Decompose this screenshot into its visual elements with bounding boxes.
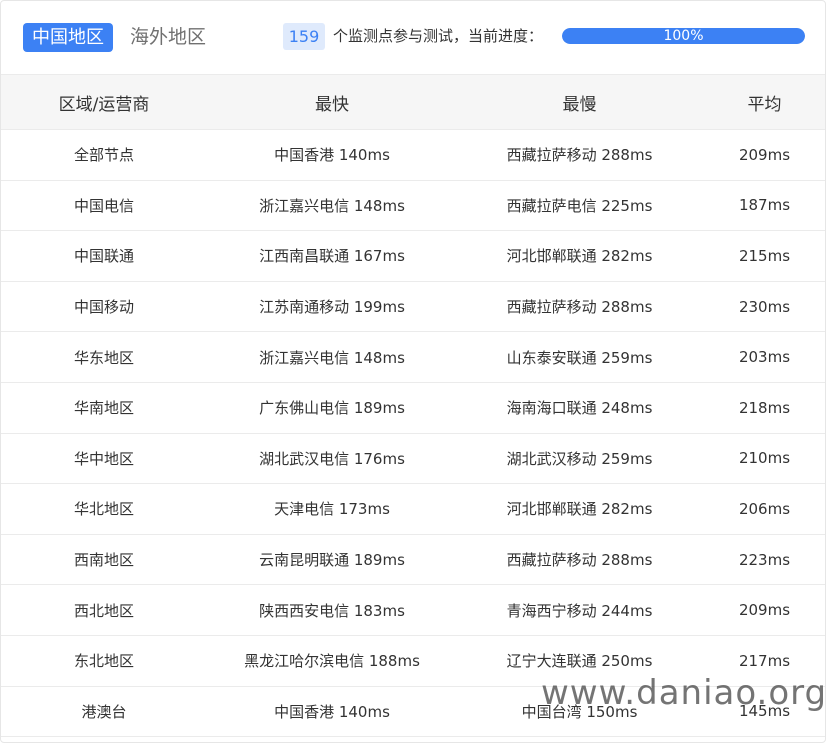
toolbar: 中国地区 海外地区 159 个监测点参与测试，当前进度： 100% bbox=[1, 1, 825, 74]
node-count-badge: 159 bbox=[283, 23, 325, 50]
cell-average: 230ms bbox=[702, 281, 825, 333]
cell-average: 223ms bbox=[702, 534, 825, 586]
speedtest-panel: 中国地区 海外地区 159 个监测点参与测试，当前进度： 100% 区域/运营商… bbox=[0, 0, 826, 743]
table-row: 中国电信 浙江嘉兴电信 148ms 西藏拉萨电信 225ms 187ms bbox=[1, 180, 825, 232]
cell-fastest: 浙江嘉兴电信 148ms bbox=[207, 331, 457, 383]
cell-average: 209ms bbox=[702, 129, 825, 181]
table-body: 全部节点 中国香港 140ms 西藏拉萨移动 288ms 209ms 中国电信 浙江嘉兴电… bbox=[1, 129, 825, 738]
cell-slowest: 河北邯郸联通 282ms bbox=[457, 230, 702, 282]
cell-region: 港澳台 bbox=[1, 686, 207, 738]
cell-slowest: 山东泰安联通 259ms bbox=[457, 331, 702, 383]
table-row: 华东地区 浙江嘉兴电信 148ms 山东泰安联通 259ms 203ms bbox=[1, 331, 825, 383]
cell-region: 中国移动 bbox=[1, 281, 207, 333]
cell-region: 东北地区 bbox=[1, 635, 207, 687]
tab-china[interactable]: 中国地区 bbox=[23, 23, 113, 52]
cell-region: 华北地区 bbox=[1, 483, 207, 535]
cell-fastest: 中国香港 140ms bbox=[207, 129, 457, 181]
cell-average: 206ms bbox=[702, 483, 825, 535]
cell-average: 203ms bbox=[702, 331, 825, 383]
cell-region: 西南地区 bbox=[1, 534, 207, 586]
header-average: 平均 bbox=[702, 74, 825, 130]
cell-fastest: 陕西西安电信 183ms bbox=[207, 584, 457, 636]
cell-slowest: 西藏拉萨电信 225ms bbox=[457, 180, 702, 232]
table-header-row: 区域/运营商 最快 最慢 平均 bbox=[1, 74, 825, 130]
cell-region: 中国电信 bbox=[1, 180, 207, 232]
cell-average: 210ms bbox=[702, 433, 825, 485]
cell-slowest: 西藏拉萨移动 288ms bbox=[457, 534, 702, 586]
cell-fastest: 广东佛山电信 189ms bbox=[207, 382, 457, 434]
progress-caption: 个监测点参与测试，当前进度： bbox=[333, 27, 544, 45]
cell-average: 187ms bbox=[702, 180, 825, 232]
watermark: www.daniao.org bbox=[541, 673, 826, 713]
cell-fastest: 湖北武汉电信 176ms bbox=[207, 433, 457, 485]
cell-slowest: 西藏拉萨移动 288ms bbox=[457, 281, 702, 333]
cell-fastest: 江苏南通移动 199ms bbox=[207, 281, 457, 333]
cell-average: 215ms bbox=[702, 230, 825, 282]
cell-region: 全部节点 bbox=[1, 129, 207, 181]
cell-slowest: 河北邯郸联通 282ms bbox=[457, 483, 702, 535]
cell-region: 中国联通 bbox=[1, 230, 207, 282]
cell-fastest: 江西南昌联通 167ms bbox=[207, 230, 457, 282]
table-row: 全部节点 中国香港 140ms 西藏拉萨移动 288ms 209ms bbox=[1, 129, 825, 181]
cell-slowest: 海南海口联通 248ms bbox=[457, 382, 702, 434]
cell-fastest: 中国香港 140ms bbox=[207, 686, 457, 738]
cell-fastest: 天津电信 173ms bbox=[207, 483, 457, 535]
cell-region: 华东地区 bbox=[1, 331, 207, 383]
progress-bar: 100% bbox=[562, 28, 805, 44]
header-fastest: 最快 bbox=[207, 74, 457, 130]
cell-fastest: 黑龙江哈尔滨电信 188ms bbox=[207, 635, 457, 687]
table-row: 西南地区 云南昆明联通 189ms 西藏拉萨移动 288ms 223ms bbox=[1, 534, 825, 586]
cell-average: 218ms bbox=[702, 382, 825, 434]
table-row: 华北地区 天津电信 173ms 河北邯郸联通 282ms 206ms bbox=[1, 483, 825, 535]
results-table: 区域/运营商 最快 最慢 平均 全部节点 中国香港 140ms 西藏拉萨移动 288… bbox=[1, 74, 825, 738]
header-slowest: 最慢 bbox=[457, 74, 702, 130]
cell-slowest: 青海西宁移动 244ms bbox=[457, 584, 702, 636]
cell-region: 西北地区 bbox=[1, 584, 207, 636]
cell-slowest: 西藏拉萨移动 288ms bbox=[457, 129, 702, 181]
cell-fastest: 云南昆明联通 189ms bbox=[207, 534, 457, 586]
cell-average: 209ms bbox=[702, 584, 825, 636]
cell-slowest: 湖北武汉移动 259ms bbox=[457, 433, 702, 485]
table-row: 华南地区 广东佛山电信 189ms 海南海口联通 248ms 218ms bbox=[1, 382, 825, 434]
table-row: 中国联通 江西南昌联通 167ms 河北邯郸联通 282ms 215ms bbox=[1, 230, 825, 282]
cell-fastest: 浙江嘉兴电信 148ms bbox=[207, 180, 457, 232]
progress-label: 100% bbox=[663, 28, 704, 44]
table-row: 中国移动 江苏南通移动 199ms 西藏拉萨移动 288ms 230ms bbox=[1, 281, 825, 333]
cell-region: 华南地区 bbox=[1, 382, 207, 434]
table-row: 西北地区 陕西西安电信 183ms 青海西宁移动 244ms 209ms bbox=[1, 584, 825, 636]
tab-overseas[interactable]: 海外地区 bbox=[130, 23, 206, 52]
table-row: 华中地区 湖北武汉电信 176ms 湖北武汉移动 259ms 210ms bbox=[1, 433, 825, 485]
cell-region: 华中地区 bbox=[1, 433, 207, 485]
header-region: 区域/运营商 bbox=[1, 74, 207, 130]
